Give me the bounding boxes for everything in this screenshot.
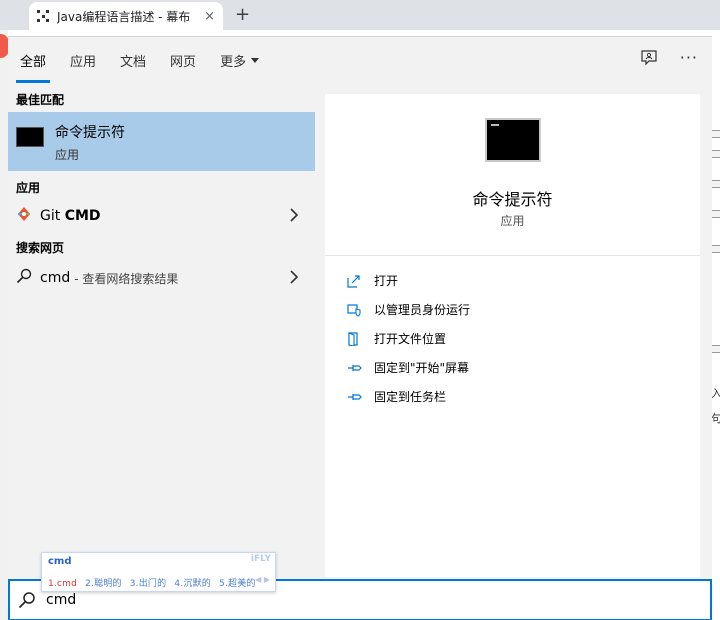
tab-close-icon[interactable]: ×	[204, 9, 215, 24]
section-heading-apps: 应用	[16, 181, 41, 195]
preview-header: 命令提示符 应用	[325, 94, 700, 256]
search-input[interactable]: cmd	[46, 592, 76, 608]
feedback-icon[interactable]	[640, 49, 658, 67]
result-type: 应用	[55, 148, 80, 162]
browser-tab-strip: Java编程语言描述 - 幕布 × +	[0, 0, 720, 30]
web-search-hint: - 查看网络搜索结果	[74, 271, 179, 286]
result-name: 命令提示符	[55, 125, 125, 141]
ime-brand-logo: iFLY	[250, 554, 271, 564]
tab-all[interactable]: 全部	[8, 37, 58, 83]
chevron-right-icon[interactable]	[289, 208, 299, 222]
ime-candidate[interactable]: 1.cmd	[48, 579, 77, 589]
search-scope-tabs: 全部 应用 文档 网页 更多	[8, 37, 712, 83]
action-list: 打开 以管理员身份运行 打开文件位置 固定到"开始"屏幕 固定到任务栏	[325, 266, 700, 411]
chevron-right-icon[interactable]	[289, 270, 299, 284]
tab-more[interactable]: 更多	[208, 37, 271, 83]
search-icon	[18, 591, 36, 609]
chevron-down-icon	[251, 57, 260, 63]
command-prompt-icon	[16, 127, 44, 147]
mubu-favicon-icon	[37, 10, 49, 22]
action-run-as-admin[interactable]: 以管理员身份运行	[325, 295, 700, 324]
results-list: 最佳匹配 命令提示符 应用 应用 Git CMD 搜索网页 cmd - 查看网络…	[8, 83, 315, 577]
command-prompt-large-icon	[485, 118, 541, 162]
folder-location-icon	[347, 331, 363, 346]
background-window-right: 入 句	[711, 30, 720, 620]
action-pin-to-start[interactable]: 固定到"开始"屏幕	[325, 353, 700, 382]
action-open[interactable]: 打开	[325, 266, 700, 295]
best-match-result[interactable]: 命令提示符 应用	[8, 112, 315, 171]
open-icon	[347, 274, 363, 288]
search-menu-panel: 全部 应用 文档 网页 更多 ··· 最佳匹配 命令提示符 应用 应用 Git …	[8, 36, 712, 620]
result-preview-pane: 命令提示符 应用 打开 以管理员身份运行 打开文件位置 固定到"开始"屏幕 固定…	[325, 94, 700, 577]
new-tab-icon[interactable]: +	[235, 4, 250, 25]
search-icon	[16, 268, 32, 288]
git-icon	[16, 206, 32, 226]
app-result-label: Git	[40, 208, 65, 224]
ime-candidate[interactable]: 3.出门的	[130, 579, 167, 589]
ime-candidate[interactable]: 4.沉默的	[174, 579, 211, 589]
action-pin-to-taskbar[interactable]: 固定到任务栏	[325, 382, 700, 411]
preview-subtitle: 应用	[500, 214, 525, 228]
ime-composition: cmd	[48, 556, 72, 567]
app-result-match: CMD	[64, 208, 101, 224]
pin-icon	[347, 390, 363, 404]
background-text: 入	[711, 387, 720, 400]
ime-candidate[interactable]: 5.超美的	[219, 579, 256, 589]
ime-candidate[interactable]: 2.聪明的	[85, 579, 122, 589]
background-text: 句	[711, 412, 720, 425]
browser-tab[interactable]: Java编程语言描述 - 幕布 ×	[29, 2, 223, 30]
section-heading-best-match: 最佳匹配	[16, 93, 65, 107]
section-heading-web: 搜索网页	[16, 241, 65, 255]
background-window-left	[0, 30, 8, 620]
preview-title: 命令提示符	[472, 190, 553, 209]
ime-candidate-window: cmd iFLY 1.cmd 2.聪明的 3.出门的 4.沉默的 5.超美的 ◀…	[41, 552, 276, 592]
tab-apps[interactable]: 应用	[58, 37, 108, 83]
shield-admin-icon	[347, 303, 363, 317]
action-open-file-location[interactable]: 打开文件位置	[325, 324, 700, 353]
app-result-git-cmd[interactable]: Git CMD	[8, 201, 315, 231]
more-options-icon[interactable]: ···	[680, 49, 698, 67]
web-search-result[interactable]: cmd - 查看网络搜索结果	[8, 263, 315, 293]
browser-tab-title: Java编程语言描述 - 幕布	[57, 9, 191, 24]
pin-icon	[347, 361, 363, 375]
ime-page-arrows-icon[interactable]: ◀ ▶	[255, 575, 270, 584]
web-search-query: cmd	[40, 270, 71, 286]
tab-web[interactable]: 网页	[158, 37, 208, 83]
tab-documents[interactable]: 文档	[108, 37, 158, 83]
ime-candidate-list: 1.cmd 2.聪明的 3.出门的 4.沉默的 5.超美的	[48, 576, 261, 589]
